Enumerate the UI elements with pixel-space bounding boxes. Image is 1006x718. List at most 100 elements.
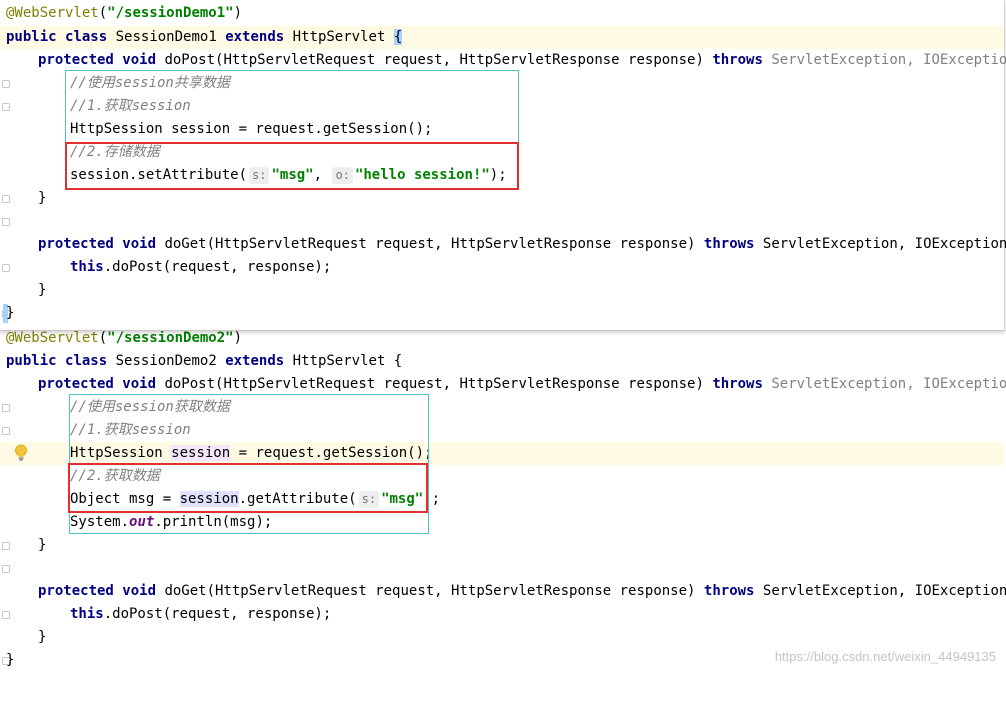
method-signature: doPost(HttpServletRequest request, HttpS… (164, 52, 704, 68)
code-line-class-close: } (0, 302, 1004, 325)
code-line-doget: protected void doGet(HttpServletRequest … (0, 580, 1006, 619)
annotation-url: "/sessionDemo1" (107, 5, 234, 21)
exceptions: ServletException, IOException { (762, 236, 1006, 252)
code-line-comment: //使用session获取数据 (0, 396, 1004, 435)
class-name: SessionDemo2 (115, 353, 217, 369)
keyword: protected (38, 52, 114, 68)
class-name: SessionDemo1 (115, 29, 217, 45)
code-line-comment: //使用session共享数据 (0, 72, 1004, 111)
lightbulb-icon[interactable] (14, 444, 28, 462)
comment: //1.获取session (70, 98, 191, 114)
keyword: extends (225, 353, 285, 369)
paren: ) (233, 330, 243, 346)
statement: .getAttribute( (238, 491, 357, 507)
statement-end: ); (489, 167, 507, 183)
statement: .doPost(request, response); (103, 606, 332, 622)
code-line-comment: //2.获取数据 (0, 465, 1004, 488)
method-signature: doGet(HttpServletRequest request, HttpSe… (164, 583, 696, 599)
code-line-class-decl: public class SessionDemo2 extends HttpSe… (0, 350, 1004, 373)
code-line-println: System.out.println(msg); (0, 511, 1004, 550)
keyword: extends (225, 29, 285, 45)
code-line-close: } (0, 279, 1004, 318)
keyword: this (70, 606, 104, 622)
exceptions: ServletException, IOException { (762, 583, 1006, 599)
type-name: HttpSession (70, 445, 163, 461)
static-field: out (129, 514, 155, 530)
code-line-comment: //1.获取session (0, 95, 1004, 118)
code-line-this-call: this.doPost(request, response); (0, 603, 1004, 626)
keyword: throws (712, 376, 763, 392)
code-line-close: } (0, 187, 1004, 226)
code-line-get-session: HttpSession session = request.getSession… (0, 118, 1004, 141)
keyword: this (70, 259, 104, 275)
statement: .doPost(request, response); (103, 259, 332, 275)
code-line-class-decl: public class SessionDemo1 extends HttpSe… (0, 26, 1004, 49)
paren: ( (98, 330, 108, 346)
comment: //使用session共享数据 (70, 75, 230, 91)
string-literal: "msg" (271, 167, 314, 183)
annotation-url: "/sessionDemo2" (107, 330, 234, 346)
variable-highlight: session (171, 445, 231, 461)
code-line-get-attribute: Object msg = session.getAttribute(s: "msg… (0, 488, 1004, 511)
statement: session.setAttribute( (70, 167, 248, 183)
class-reference: System. (70, 514, 130, 530)
method-signature: doGet(HttpServletRequest request, HttpSe… (164, 236, 696, 252)
code-line-dopost: protected void doPost(HttpServletRequest… (0, 49, 1006, 88)
keyword: throws (703, 583, 755, 599)
superclass-name: HttpServlet (292, 29, 386, 45)
watermark: https://blog.csdn.net/weixin_44949135 (774, 649, 996, 664)
code-line-close: } (0, 626, 1004, 665)
statement: .println(msg); (154, 514, 273, 530)
variable-usage-highlight: session (179, 491, 239, 507)
keyword: protected (38, 376, 114, 392)
closing-brace: } (6, 652, 15, 668)
exceptions: ServletException, IOException { (771, 52, 1006, 68)
code-line-comment: //1.获取session (0, 419, 1004, 442)
statement: = request.getSession(); (230, 445, 433, 461)
exceptions: ServletException, IOException { (771, 376, 1006, 392)
keyword: public (6, 29, 57, 45)
keyword: throws (712, 52, 763, 68)
fold-icon[interactable] (2, 218, 10, 226)
comment: //1.获取session (70, 422, 191, 438)
comment: //2.存储数据 (70, 144, 160, 160)
closing-brace: } (38, 629, 47, 645)
statement: Object msg = (70, 491, 180, 507)
code-line-dopost: protected void doPost(HttpServletRequest… (0, 373, 1006, 412)
keyword: void (122, 52, 157, 68)
parameter-hint: s: (249, 167, 270, 184)
code-line-close: } (0, 534, 1004, 573)
fold-icon[interactable] (2, 565, 10, 573)
code-line-this-call: this.doPost(request, response); (0, 256, 1004, 279)
keyword: protected (38, 236, 114, 252)
code-line-get-session: HttpSession session = request.getSession… (0, 442, 1004, 465)
code-line-set-attribute: session.setAttribute(s: "msg", o: "hello s… (0, 164, 1004, 203)
keyword: class (65, 353, 108, 369)
closing-brace: } (6, 305, 15, 321)
keyword: protected (38, 583, 114, 599)
parameter-hint: s: (358, 491, 380, 508)
editor-panel-session-demo1[interactable]: @WebServlet("/sessionDemo1") public clas… (0, 0, 1006, 331)
code-line-annotation: @WebServlet("/sessionDemo1") (0, 2, 1004, 25)
closing-brace: } (38, 190, 47, 206)
paren: ( (98, 5, 108, 21)
code-line-comment: //2.存储数据 (0, 141, 1004, 164)
statement: HttpSession session = request.getSession… (70, 121, 433, 137)
comment: //2.获取数据 (70, 468, 160, 484)
string-literal: "msg" (381, 491, 424, 507)
keyword: void (122, 376, 157, 392)
closing-brace: } (38, 537, 47, 553)
closing-brace: } (38, 282, 47, 298)
keyword: class (65, 29, 108, 45)
paren: ) (233, 5, 243, 21)
annotation-keyword: @WebServlet (6, 5, 99, 21)
method-signature: doPost(HttpServletRequest request, HttpS… (164, 376, 704, 392)
keyword: throws (703, 236, 755, 252)
comment: //使用session获取数据 (70, 399, 230, 415)
statement-end: ); (423, 491, 441, 507)
keyword: void (122, 583, 157, 599)
editor-panel-session-demo2[interactable]: @WebServlet("/sessionDemo2") public clas… (0, 330, 1006, 670)
keyword: void (122, 236, 157, 252)
parameter-hint: o: (332, 167, 353, 184)
superclass-name: HttpServlet { (292, 353, 403, 369)
